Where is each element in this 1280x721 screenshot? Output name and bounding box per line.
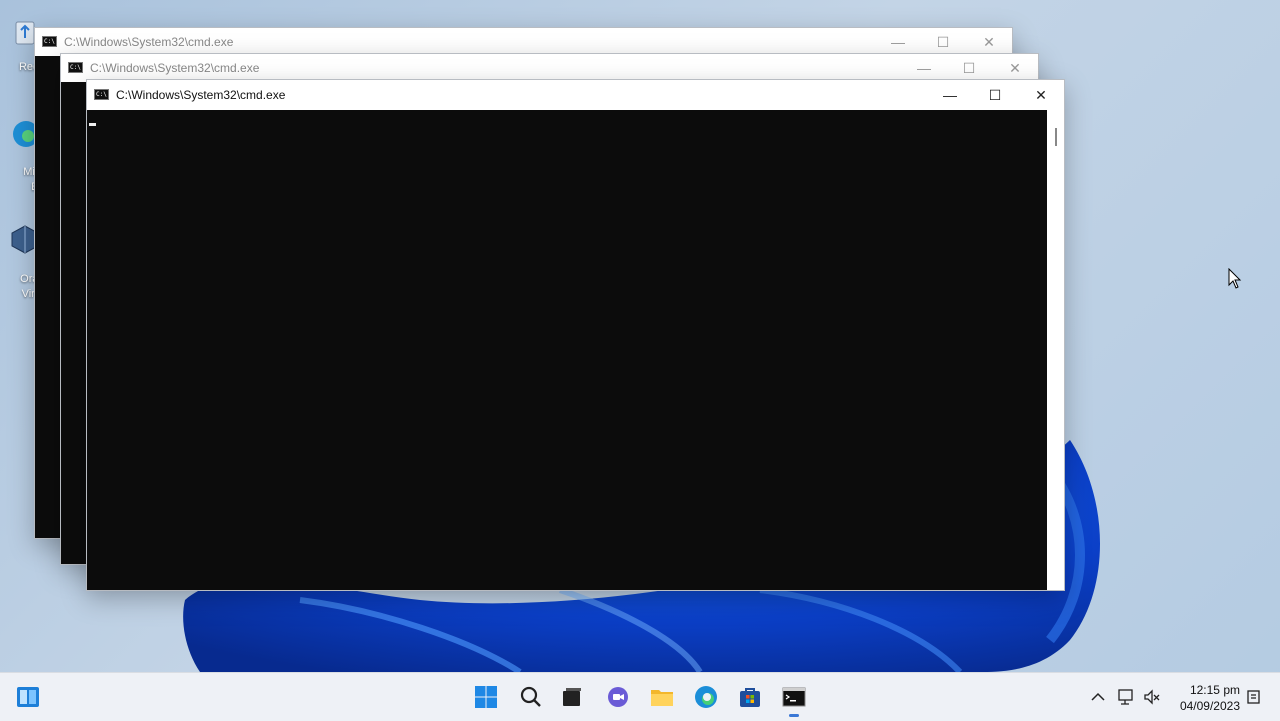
edge-button[interactable] (686, 673, 726, 721)
search-button[interactable] (511, 673, 551, 721)
command-prompt-icon (782, 687, 806, 707)
vertical-scrollbar[interactable] (1048, 110, 1064, 590)
task-view-icon (563, 688, 581, 706)
edge-icon (695, 686, 717, 708)
start-button[interactable] (466, 673, 506, 721)
mouse-pointer-icon (1228, 268, 1242, 289)
window-title: C:\Windows\System32\cmd.exe (116, 88, 286, 102)
minimize-button[interactable]: — (875, 28, 921, 56)
title-bar[interactable]: C:\ C:\Windows\System32\cmd.exe — ☐ ✕ (87, 80, 1064, 110)
console-area[interactable] (87, 110, 1047, 590)
maximize-button[interactable]: ☐ (920, 28, 966, 56)
cmd-icon: C:\ (68, 62, 83, 73)
close-button[interactable]: ✕ (1018, 80, 1064, 110)
title-bar[interactable]: C:\ C:\Windows\System32\cmd.exe — ☐ ✕ (61, 54, 1038, 82)
task-view-button[interactable] (552, 673, 592, 721)
close-button[interactable]: ✕ (992, 54, 1038, 82)
minimize-button[interactable]: — (901, 54, 947, 82)
cmd-icon: C:\ (42, 36, 57, 47)
volume-muted-icon (1144, 689, 1160, 705)
network-icon (1118, 689, 1133, 705)
search-icon (520, 686, 541, 707)
scrollbar-thumb[interactable] (1055, 128, 1057, 146)
store-icon (740, 688, 760, 707)
maximize-button[interactable]: ☐ (972, 80, 1018, 110)
window-title: C:\Windows\System32\cmd.exe (64, 35, 234, 49)
text-cursor (89, 123, 96, 126)
widgets-icon (17, 687, 39, 707)
close-button[interactable]: ✕ (966, 28, 1012, 56)
window-title: C:\Windows\System32\cmd.exe (90, 61, 260, 75)
clock-date: 04/09/2023 (1179, 699, 1240, 713)
volume-button[interactable] (1142, 687, 1162, 707)
chevron-up-icon (1091, 692, 1105, 701)
command-prompt-button[interactable] (774, 673, 814, 721)
minimize-button[interactable]: — (927, 80, 973, 110)
cmd-icon: C:\ (94, 89, 109, 100)
windows-start-icon (475, 686, 497, 708)
active-app-indicator (789, 714, 799, 717)
cmd-window-active[interactable]: C:\ C:\Windows\System32\cmd.exe — ☐ ✕ (86, 79, 1065, 591)
show-hidden-icons-button[interactable] (1088, 687, 1108, 707)
notification-icon (1247, 690, 1260, 704)
network-status-button[interactable] (1116, 687, 1136, 707)
clock[interactable]: 12:15 pm 04/09/2023 (1160, 682, 1240, 714)
store-button[interactable] (730, 673, 770, 721)
title-bar[interactable]: C:\ C:\Windows\System32\cmd.exe — ☐ ✕ (35, 28, 1012, 56)
taskbar: 12:15 pm 04/09/2023 (0, 672, 1280, 721)
clock-time: 12:15 pm (1189, 683, 1240, 697)
chat-icon (608, 687, 628, 707)
notifications-button[interactable] (1244, 687, 1264, 707)
chat-button[interactable] (598, 673, 638, 721)
widgets-button[interactable] (8, 673, 48, 721)
folder-icon (651, 690, 673, 706)
maximize-button[interactable]: ☐ (946, 54, 992, 82)
file-explorer-button[interactable] (642, 673, 682, 721)
